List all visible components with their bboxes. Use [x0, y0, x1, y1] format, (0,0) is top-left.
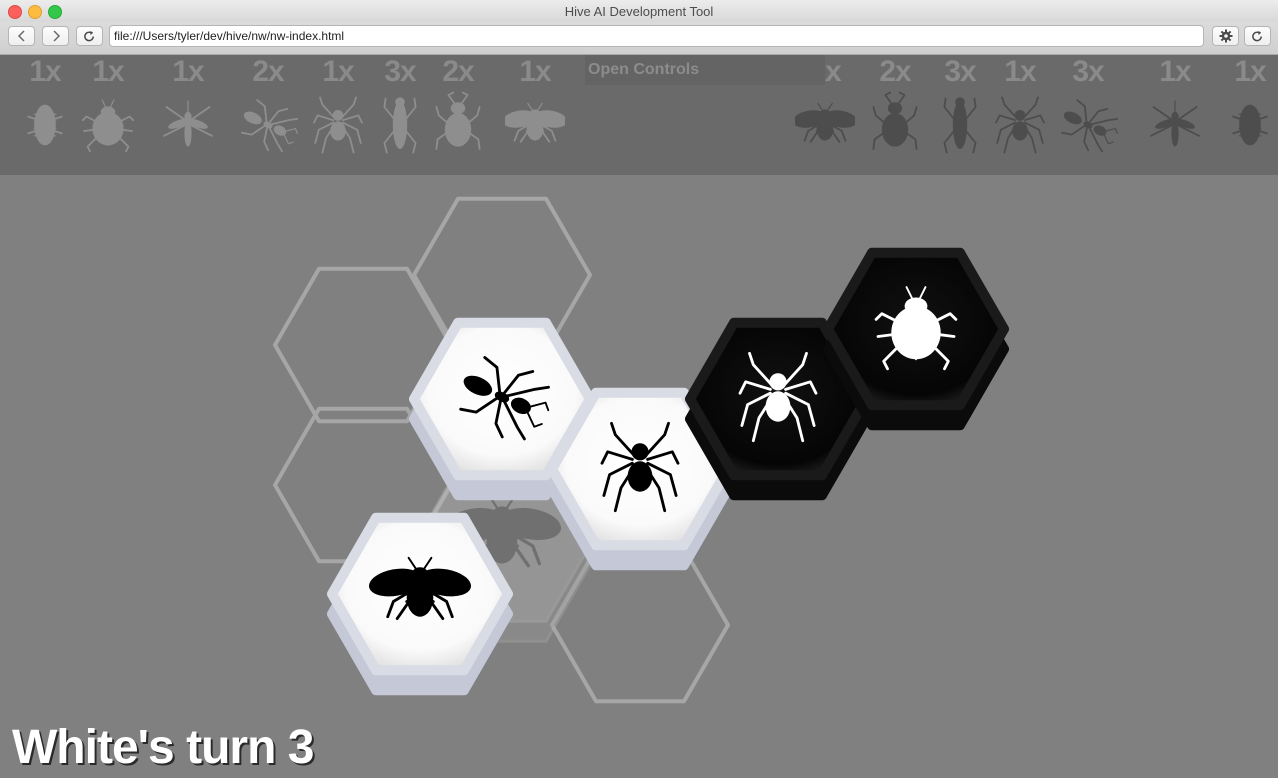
- black-ladybug-piece[interactable]: [823, 247, 1009, 431]
- beetle-icon: [435, 91, 481, 150]
- chevron-right-icon: [52, 30, 60, 42]
- ant-icon: [1061, 99, 1118, 153]
- forward-button[interactable]: [42, 26, 69, 46]
- spider-icon: [995, 96, 1045, 154]
- pillbug-icon: [27, 104, 63, 146]
- back-button[interactable]: [8, 26, 35, 46]
- refresh-button[interactable]: [1244, 26, 1271, 46]
- ant-icon: [241, 99, 298, 153]
- browser-toolbar: [0, 22, 1278, 55]
- ladybug-icon: [81, 99, 135, 153]
- bee-icon: [505, 102, 565, 143]
- bee-icon: [795, 102, 855, 143]
- settings-button[interactable]: [1212, 26, 1239, 46]
- game-board: [273, 196, 1009, 704]
- grasshopper-icon: [383, 97, 417, 154]
- gear-icon: [1219, 29, 1232, 43]
- title-bar: Hive AI Development Tool: [0, 0, 1278, 22]
- mosquito-icon: [163, 100, 213, 147]
- grasshopper-icon: [943, 97, 977, 154]
- mosquito-icon: [1150, 100, 1200, 147]
- beetle-icon: [872, 91, 918, 150]
- reload-icon: [84, 30, 94, 41]
- pillbug-icon: [1232, 104, 1268, 146]
- turn-indicator: White's turn 3: [12, 721, 314, 774]
- open-controls-button[interactable]: Open Controls: [585, 55, 825, 85]
- white-bee-piece[interactable]: [327, 512, 513, 696]
- reload-button[interactable]: [76, 26, 103, 46]
- refresh-icon: [1252, 30, 1262, 41]
- window-title: Hive AI Development Tool: [564, 4, 714, 19]
- spider-icon: [313, 96, 363, 154]
- url-input[interactable]: [109, 25, 1204, 47]
- chevron-left-icon: [17, 30, 25, 42]
